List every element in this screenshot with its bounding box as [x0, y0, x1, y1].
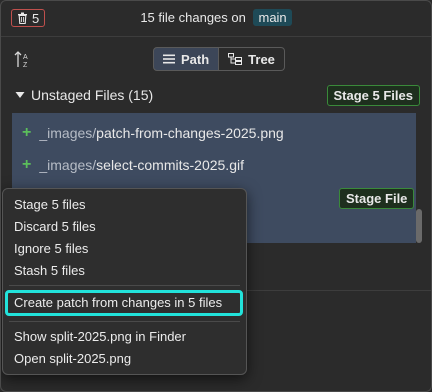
- context-menu: Stage 5 files Discard 5 files Ignore 5 f…: [2, 188, 247, 375]
- stage-all-button[interactable]: Stage 5 Files: [326, 85, 420, 106]
- changes-summary: 15 file changes on: [140, 10, 246, 25]
- disclosure-triangle-icon[interactable]: [15, 91, 25, 99]
- list-scrollbar[interactable]: [416, 209, 422, 243]
- view-toggle: Path Tree: [153, 47, 285, 71]
- menu-item-stage[interactable]: Stage 5 files: [14, 197, 86, 215]
- branch-badge[interactable]: main: [253, 9, 292, 26]
- menu-separator: [9, 285, 240, 286]
- changes-panel: 5 15 file changes on main A Z Path Tree …: [0, 0, 432, 392]
- path-view-label: Path: [181, 51, 210, 67]
- added-icon: +: [22, 156, 32, 173]
- file-dir: _images/: [39, 157, 97, 173]
- menu-item-open-file[interactable]: Open split-2025.png: [14, 351, 131, 369]
- unstaged-section-title: Unstaged Files (15): [31, 87, 154, 103]
- menu-item-ignore[interactable]: Ignore 5 files: [14, 241, 88, 259]
- tree-view-label: Tree: [248, 51, 275, 67]
- file-name: select-commits-2025.gif: [96, 157, 244, 173]
- menu-item-discard[interactable]: Discard 5 files: [14, 219, 96, 237]
- path-view-button[interactable]: Path: [153, 47, 220, 71]
- changes-title: 15 file changes on main: [1, 9, 431, 26]
- menu-item-stash[interactable]: Stash 5 files: [14, 263, 85, 281]
- svg-text:A: A: [23, 54, 28, 61]
- list-item[interactable]: + _images/patch-from-changes-2025.png: [22, 123, 284, 143]
- unstaged-section-header[interactable]: Unstaged Files (15): [15, 87, 153, 103]
- header-bar: 5 15 file changes on main: [1, 1, 431, 37]
- svg-text:Z: Z: [23, 62, 28, 69]
- menu-item-show-in-finder[interactable]: Show split-2025.png in Finder: [14, 329, 186, 347]
- tree-view-button[interactable]: Tree: [219, 47, 285, 71]
- tree-icon: [228, 53, 243, 65]
- menu-item-create-patch[interactable]: Create patch from changes in 5 files: [14, 295, 222, 313]
- file-name: patch-from-changes-2025.png: [96, 125, 284, 141]
- list-item[interactable]: + _images/select-commits-2025.gif: [22, 155, 244, 175]
- file-dir: _images/: [39, 125, 97, 141]
- header-divider: [1, 36, 431, 37]
- section-divider: [247, 290, 431, 291]
- menu-separator: [9, 321, 240, 322]
- stage-file-button[interactable]: Stage File: [339, 188, 415, 209]
- added-icon: +: [22, 124, 32, 141]
- sort-az-icon[interactable]: A Z: [14, 51, 30, 69]
- list-icon: [163, 54, 175, 64]
